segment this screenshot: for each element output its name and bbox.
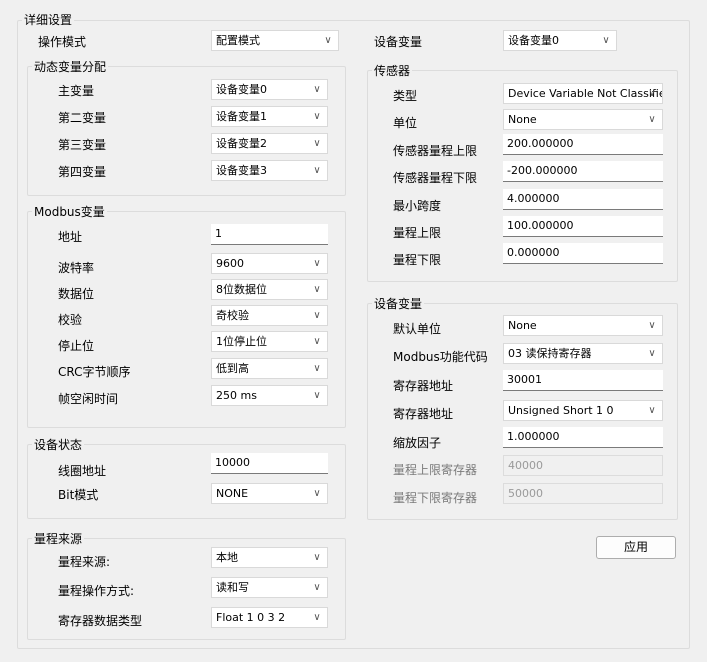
chevron-down-icon: ∨ — [648, 405, 656, 416]
min-span-label: 最小跨度 — [393, 199, 442, 213]
sensor-lower-input[interactable]: -200.000000 — [503, 161, 663, 182]
default-unit-label: 默认单位 — [393, 322, 442, 336]
upper-reg-label: 量程上限寄存器 — [393, 463, 478, 477]
chevron-down-icon: ∨ — [648, 88, 656, 99]
crc-select[interactable]: 低到高 ∨ — [211, 358, 328, 379]
second-var-label: 第二变量 — [58, 111, 107, 125]
sensor-type-select[interactable]: Device Variable Not Classified ∨ — [503, 83, 663, 104]
chevron-down-icon: ∨ — [324, 35, 332, 46]
reg-address-input[interactable]: 30001 — [503, 370, 663, 391]
sensor-upper-input[interactable]: 200.000000 — [503, 134, 663, 155]
chevron-down-icon: ∨ — [313, 336, 321, 347]
sensor-type-label: 类型 — [393, 89, 418, 103]
baud-select[interactable]: 9600 ∨ — [211, 253, 328, 274]
modbus-func-select[interactable]: 03 读保持寄存器 ∨ — [503, 343, 663, 364]
sensor-unit-label: 单位 — [393, 116, 418, 130]
device-var-label: 设备变量 — [374, 35, 423, 49]
default-unit-select[interactable]: None ∨ — [503, 315, 663, 336]
address-input[interactable]: 1 — [211, 224, 328, 245]
databits-select[interactable]: 8位数据位 ∨ — [211, 279, 328, 300]
chevron-down-icon: ∨ — [648, 114, 656, 125]
primary-var-select[interactable]: 设备变量0 ∨ — [211, 79, 328, 100]
chevron-down-icon: ∨ — [313, 310, 321, 321]
op-mode-label: 操作模式 — [38, 35, 87, 49]
fourth-var-label: 第四变量 — [58, 165, 107, 179]
device-var-select[interactable]: 设备变量0 ∨ — [503, 30, 617, 51]
reg-address-label: 寄存器地址 — [393, 379, 454, 393]
reg-data-type-select[interactable]: Float 1 0 3 2 ∨ — [211, 607, 328, 628]
scale-factor-input[interactable]: 1.000000 — [503, 427, 663, 448]
apply-button[interactable]: 应用 — [596, 536, 676, 559]
idle-time-label: 帧空闲时间 — [58, 392, 119, 406]
chevron-down-icon: ∨ — [313, 488, 321, 499]
chevron-down-icon: ∨ — [648, 348, 656, 359]
reg-data-type-label: 寄存器数据类型 — [58, 614, 143, 628]
chevron-down-icon: ∨ — [313, 612, 321, 623]
parity-select[interactable]: 奇校验 ∨ — [211, 305, 328, 326]
range-lower-label: 量程下限 — [393, 253, 442, 267]
sensor-title: 传感器 — [372, 62, 413, 79]
parity-label: 校验 — [58, 313, 83, 327]
min-span-input[interactable]: 4.000000 — [503, 189, 663, 210]
stopbits-label: 停止位 — [58, 339, 95, 353]
bit-mode-select[interactable]: NONE ∨ — [211, 483, 328, 504]
chevron-down-icon: ∨ — [313, 111, 321, 122]
chevron-down-icon: ∨ — [602, 35, 610, 46]
fourth-var-select[interactable]: 设备变量3 ∨ — [211, 160, 328, 181]
coil-address-label: 线圈地址 — [58, 464, 107, 478]
sensor-unit-select[interactable]: None ∨ — [503, 109, 663, 130]
range-op-select[interactable]: 读和写 ∨ — [211, 577, 328, 598]
modbus-title: Modbus变量 — [32, 203, 107, 220]
baud-label: 波特率 — [58, 261, 95, 275]
upper-reg-input: 40000 — [503, 455, 663, 476]
primary-var-label: 主变量 — [58, 84, 95, 98]
op-mode-select[interactable]: 配置模式 ∨ — [211, 30, 339, 51]
modbus-func-label: Modbus功能代码 — [393, 350, 488, 364]
third-var-label: 第三变量 — [58, 138, 107, 152]
stopbits-select[interactable]: 1位停止位 ∨ — [211, 331, 328, 352]
chevron-down-icon: ∨ — [313, 284, 321, 295]
chevron-down-icon: ∨ — [313, 258, 321, 269]
range-source-select[interactable]: 本地 ∨ — [211, 547, 328, 568]
idle-time-select[interactable]: 250 ms ∨ — [211, 385, 328, 406]
bit-mode-label: Bit模式 — [58, 488, 99, 502]
chevron-down-icon: ∨ — [313, 363, 321, 374]
third-var-select[interactable]: 设备变量2 ∨ — [211, 133, 328, 154]
chevron-down-icon: ∨ — [313, 138, 321, 149]
coil-address-input[interactable]: 10000 — [211, 453, 328, 474]
range-upper-input[interactable]: 100.000000 — [503, 216, 663, 237]
detail-settings-title: 详细设置 — [22, 11, 75, 28]
device-variable-title: 设备变量 — [372, 295, 425, 312]
reg-type-select[interactable]: Unsigned Short 1 0 ∨ — [503, 400, 663, 421]
range-op-label: 量程操作方式: — [58, 584, 135, 598]
chevron-down-icon: ∨ — [313, 552, 321, 563]
address-label: 地址 — [58, 230, 83, 244]
lower-reg-input: 50000 — [503, 483, 663, 504]
sensor-lower-label: 传感器量程下限 — [393, 171, 478, 185]
crc-label: CRC字节顺序 — [58, 365, 131, 379]
databits-label: 数据位 — [58, 287, 95, 301]
chevron-down-icon: ∨ — [313, 582, 321, 593]
sensor-upper-label: 传感器量程上限 — [393, 144, 478, 158]
scale-factor-label: 缩放因子 — [393, 436, 442, 450]
range-upper-label: 量程上限 — [393, 226, 442, 240]
range-source-title: 量程来源 — [32, 530, 85, 547]
lower-reg-label: 量程下限寄存器 — [393, 491, 478, 505]
second-var-select[interactable]: 设备变量1 ∨ — [211, 106, 328, 127]
chevron-down-icon: ∨ — [313, 390, 321, 401]
device-status-title: 设备状态 — [32, 436, 85, 453]
range-source-label: 量程来源: — [58, 555, 111, 569]
chevron-down-icon: ∨ — [313, 84, 321, 95]
chevron-down-icon: ∨ — [648, 320, 656, 331]
chevron-down-icon: ∨ — [313, 165, 321, 176]
reg-type-label: 寄存器地址 — [393, 407, 454, 421]
range-lower-input[interactable]: 0.000000 — [503, 243, 663, 264]
dyn-var-title: 动态变量分配 — [32, 58, 109, 75]
